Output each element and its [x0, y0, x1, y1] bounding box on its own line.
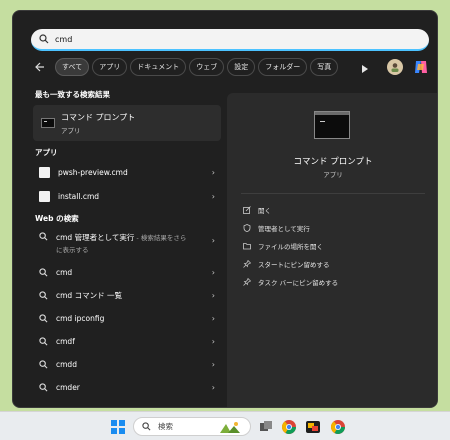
chevron-right-icon[interactable]: › — [212, 192, 215, 201]
chevron-right-icon[interactable]: › — [212, 337, 215, 346]
more-filters-button[interactable] — [361, 58, 369, 77]
action-pin-to-taskbar[interactable]: タスク バーにピン留めする — [243, 275, 338, 289]
windows-start-icon[interactable] — [111, 420, 125, 434]
search-icon — [39, 290, 48, 299]
terminal-app-icon[interactable] — [305, 419, 321, 435]
action-open-file-location[interactable]: ファイルの場所を開く — [243, 239, 323, 253]
filter-bar: すべて アプリ ドキュメント ウェブ 設定 フォルダー 写真 — [31, 57, 429, 77]
taskbar-search[interactable]: 検索 — [133, 417, 251, 436]
filter-documents[interactable]: ドキュメント — [130, 58, 187, 76]
search-icon — [39, 382, 48, 391]
chevron-right-icon[interactable]: › — [212, 360, 215, 369]
web-item-label: cmdd — [56, 359, 77, 369]
list-item[interactable]: cmd コマンド 一覧 › — [33, 286, 221, 304]
list-item[interactable]: cmdd › — [33, 355, 221, 373]
filter-all[interactable]: すべて — [55, 58, 90, 76]
chevron-right-icon[interactable]: › — [212, 268, 215, 277]
filter-web[interactable]: ウェブ — [189, 58, 225, 76]
action-label: 管理者として実行 — [258, 225, 310, 233]
list-item[interactable]: install.cmd › — [33, 187, 221, 205]
search-icon — [39, 336, 48, 345]
filter-settings[interactable]: 設定 — [227, 58, 256, 76]
web-item-label: cmd — [56, 267, 73, 277]
search-icon — [39, 313, 48, 322]
open-external-icon — [243, 206, 251, 214]
search-icon — [39, 34, 49, 44]
app-item-label: pwsh-preview.cmd — [58, 167, 128, 177]
search-highlight-icon — [220, 421, 240, 433]
app-item-label: install.cmd — [58, 191, 100, 201]
arrow-left-icon — [35, 62, 44, 72]
web-item-label: cmd 管理者として実行 — [56, 233, 135, 242]
back-button[interactable] — [31, 58, 49, 76]
filter-folders[interactable]: フォルダー — [258, 58, 308, 76]
chrome-icon[interactable] — [330, 419, 346, 435]
web-item-label: cmd ipconfig — [56, 313, 105, 323]
chevron-right-icon[interactable]: › — [212, 291, 215, 300]
play-icon — [362, 64, 368, 73]
list-item[interactable]: cmd ipconfig › — [33, 309, 221, 327]
search-icon — [39, 232, 48, 241]
copilot-icon[interactable] — [413, 59, 429, 75]
best-match-heading: 最も一致する検索結果 — [35, 90, 110, 99]
action-pin-to-start[interactable]: スタートにピン留めする — [243, 257, 330, 271]
filter-apps[interactable]: アプリ — [92, 58, 128, 76]
search-input[interactable] — [55, 34, 395, 44]
taskbar-search-label: 検索 — [158, 422, 173, 431]
taskbar: 検索 — [0, 411, 450, 440]
list-item[interactable]: cmdf › — [33, 332, 221, 350]
action-open[interactable]: 開く — [243, 203, 271, 217]
search-icon — [39, 267, 48, 276]
task-view-icon[interactable] — [258, 419, 274, 435]
chevron-right-icon[interactable]: › — [212, 236, 215, 245]
avatar[interactable] — [387, 59, 403, 75]
detail-subtitle: アプリ — [323, 171, 343, 179]
action-label: ファイルの場所を開く — [258, 243, 323, 251]
start-search-panel: すべて アプリ ドキュメント ウェブ 設定 フォルダー 写真 最も一致する検索結… — [12, 10, 438, 408]
chrome-icon[interactable] — [281, 419, 297, 435]
list-item[interactable]: cmd 管理者として実行 - 検索結果をさら に表示する › — [33, 229, 221, 255]
list-item[interactable]: cmder › — [33, 378, 221, 396]
folder-icon — [243, 242, 251, 250]
shield-icon — [243, 224, 251, 232]
chevron-right-icon[interactable]: › — [212, 383, 215, 392]
best-match-type: アプリ — [61, 126, 81, 135]
list-item[interactable]: pwsh-preview.cmd › — [33, 163, 221, 181]
web-item-label: cmd コマンド 一覧 — [56, 290, 122, 300]
action-run-as-admin[interactable]: 管理者として実行 — [243, 221, 310, 235]
search-icon — [142, 422, 151, 431]
pin-icon — [243, 260, 251, 268]
detail-title: コマンド プロンプト — [293, 157, 373, 167]
filter-photos[interactable]: 写真 — [310, 58, 339, 76]
action-label: スタートにピン留めする — [258, 261, 330, 269]
web-item-note-2: に表示する — [56, 246, 89, 254]
divider — [241, 193, 425, 194]
best-match-name: コマンド プロンプト — [61, 112, 136, 122]
action-label: 開く — [258, 207, 271, 215]
web-item-label: cmder — [56, 382, 80, 392]
file-icon — [39, 166, 50, 178]
web-item-note: - 検索結果をさら — [134, 234, 187, 242]
file-icon — [39, 190, 50, 202]
pin-icon — [243, 278, 251, 286]
chevron-right-icon[interactable]: › — [212, 314, 215, 323]
terminal-icon — [314, 111, 350, 139]
chevron-right-icon[interactable]: › — [212, 168, 215, 177]
list-item[interactable]: cmd › — [33, 263, 221, 281]
web-search-heading: Web の検索 — [35, 214, 79, 223]
web-item-label: cmdf — [56, 336, 75, 346]
user-avatar-icon — [391, 63, 399, 72]
detail-pane: コマンド プロンプト アプリ 開く 管理者として実行 ファイルの場所を開く スタ… — [227, 93, 437, 407]
action-label: タスク バーにピン留めする — [258, 279, 339, 287]
search-box[interactable] — [31, 29, 429, 51]
apps-heading: アプリ — [35, 148, 58, 157]
best-match-item[interactable]: コマンド プロンプト アプリ — [33, 105, 221, 141]
terminal-icon — [41, 118, 55, 128]
search-icon — [39, 359, 48, 368]
